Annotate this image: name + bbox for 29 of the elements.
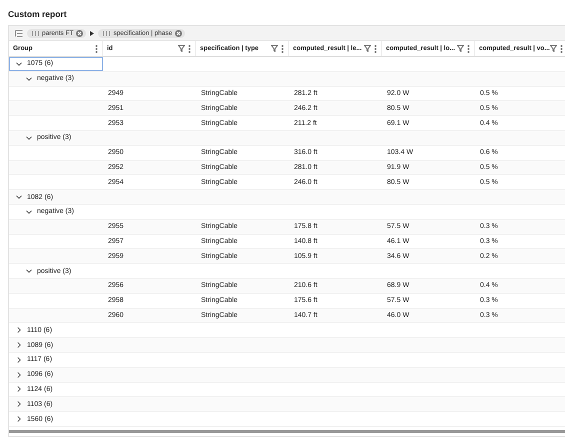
filter-icon[interactable] (364, 45, 371, 52)
filter-icon[interactable] (550, 45, 557, 52)
chevron-down-icon[interactable] (16, 194, 22, 200)
scrollbar[interactable] (9, 430, 565, 433)
remove-icon[interactable] (76, 30, 84, 36)
filter-icon[interactable] (457, 45, 464, 52)
chevron-down-icon[interactable] (26, 208, 32, 215)
more-icon[interactable] (95, 44, 98, 52)
chevron-down-icon[interactable] (26, 268, 32, 274)
remove-icon[interactable] (175, 30, 182, 36)
chevron-right-icon[interactable] (16, 327, 22, 334)
chevron-right-icon[interactable] (16, 386, 22, 392)
chevron-down-icon[interactable] (26, 76, 32, 82)
filter-icon[interactable] (178, 45, 185, 52)
more-icon[interactable] (281, 44, 284, 52)
chevron-down-icon[interactable] (26, 134, 32, 141)
arrow-right-icon[interactable] (90, 30, 94, 36)
filter-icon[interactable] (271, 45, 278, 52)
group-rows-icon[interactable] (15, 30, 23, 36)
chevron-right-icon[interactable] (16, 342, 22, 348)
more-icon[interactable] (374, 44, 377, 52)
more-icon[interactable] (188, 44, 191, 52)
chevron-right-icon[interactable] (16, 416, 22, 422)
chevron-right-icon[interactable] (16, 356, 22, 363)
more-icon[interactable] (467, 44, 470, 52)
chevron-right-icon[interactable] (16, 401, 22, 408)
chevron-down-icon[interactable] (16, 60, 22, 67)
more-icon[interactable] (560, 44, 563, 52)
chevron-right-icon[interactable] (16, 372, 22, 378)
